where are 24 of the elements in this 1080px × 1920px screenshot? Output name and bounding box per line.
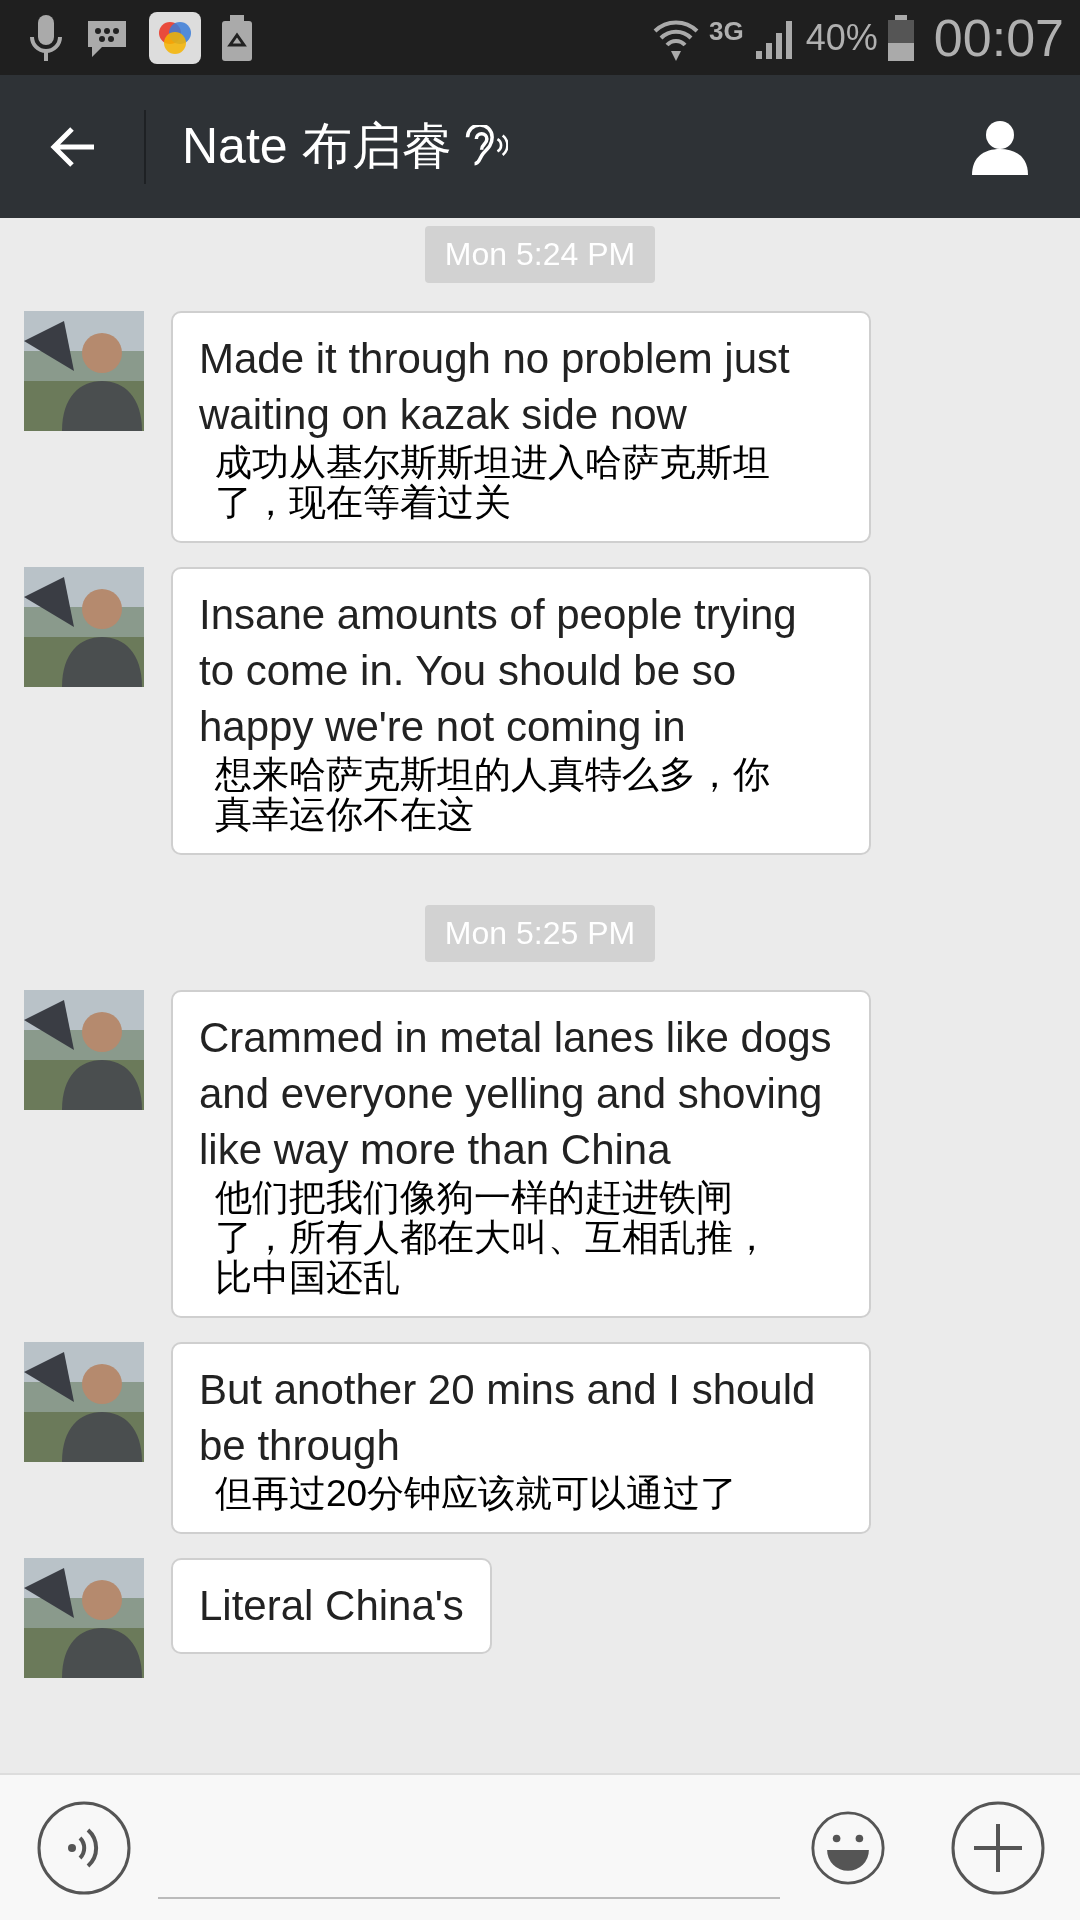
translation-caption: 想来哈萨克斯坦的人真特么多，你真幸运你不在这 [215, 755, 771, 835]
translation-caption: 但再过20分钟应该就可以通过了 [215, 1474, 738, 1514]
avatar[interactable] [24, 311, 144, 431]
avatar[interactable] [24, 990, 144, 1110]
message-text: Literal China's [199, 1582, 464, 1629]
message-text: But another 20 mins and I should be through [199, 1366, 816, 1469]
translation-caption: 成功从基尔斯斯坦进入哈萨克斯坦了，现在等着过关 [215, 443, 771, 523]
clock: 00:07 [933, 7, 1064, 68]
chat-title: Nate 布启睿 [182, 117, 452, 176]
message-text: Crammed in metal lanes like dogs and everyone yelling and shoving like way more than China [199, 1014, 832, 1173]
avatar[interactable] [24, 1558, 144, 1678]
battery-percent: 40% [805, 16, 878, 59]
avatar[interactable] [24, 567, 144, 687]
translation-caption: 他们把我们像狗一样的赶进铁闸了，所有人都在大叫、互相乱推，比中国还乱 [215, 1178, 771, 1298]
battery-icon [885, 12, 916, 63]
message-text: Made it through no problem just waiting on kazak side now [199, 335, 790, 438]
message-text: Insane amounts of people trying to come in. You should be so happy we're not coming in [199, 591, 797, 750]
voice-icon[interactable] [36, 1799, 132, 1896]
battery-recycle-icon [220, 12, 254, 63]
app-icon [148, 10, 202, 65]
avatar[interactable] [24, 1342, 144, 1462]
smiley-icon[interactable] [810, 1809, 886, 1886]
network-type: 3G [709, 15, 744, 47]
plus-icon[interactable] [950, 1799, 1046, 1896]
